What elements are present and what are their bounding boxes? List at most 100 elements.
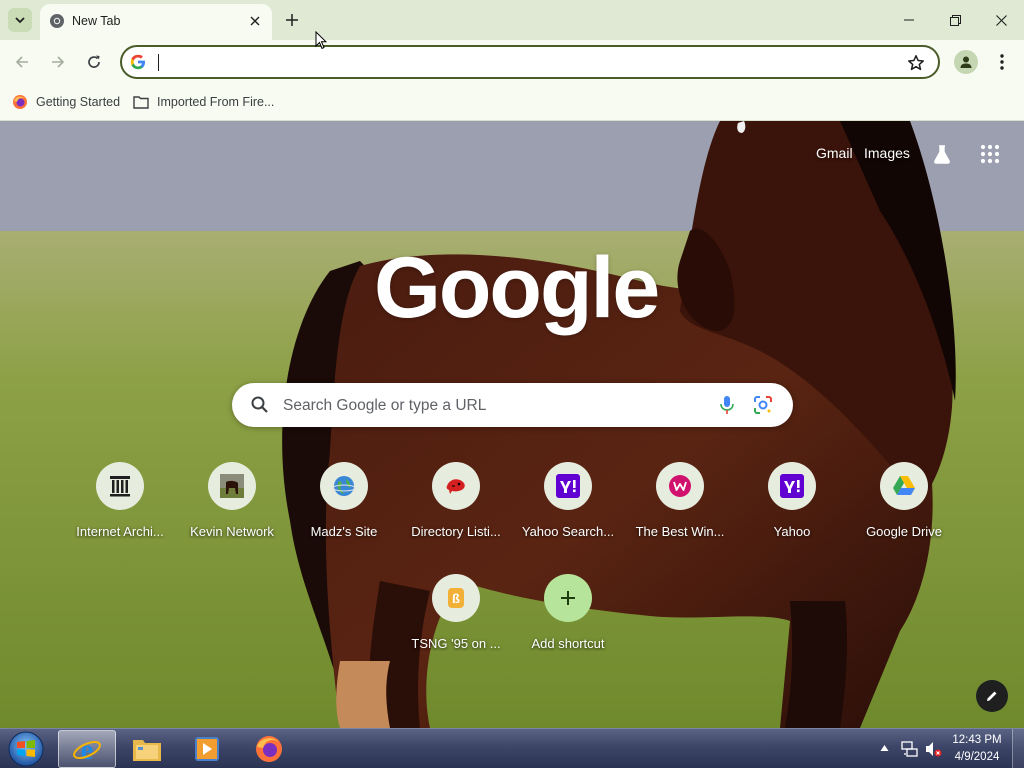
shortcut-icon-circle: [544, 574, 592, 622]
bookmark-folder-imported[interactable]: Imported From Fire...: [133, 91, 274, 113]
show-desktop-button[interactable]: [1012, 729, 1024, 768]
clock-date: 4/9/2024: [954, 751, 1000, 763]
new-tab-page: Gmail Images Google Search Google or typ…: [0, 121, 1024, 728]
shortcut-icon-circle: [880, 462, 928, 510]
shortcut-icon-circle: [96, 462, 144, 510]
close-window-button[interactable]: [978, 6, 1024, 34]
google-g-icon: [130, 54, 145, 70]
shortcut-yahoo-search[interactable]: Yahoo Search...: [512, 462, 624, 566]
svg-text:e: e: [81, 735, 93, 764]
images-link[interactable]: Images: [864, 145, 910, 161]
shortcut-label: Madz's Site: [310, 524, 378, 539]
shortcut-label: The Best Win...: [635, 524, 725, 539]
new-tab-button[interactable]: [282, 10, 302, 30]
shortcut-icon-circle: [432, 462, 480, 510]
bookmark-label: Imported From Fire...: [157, 95, 275, 109]
profile-button[interactable]: [954, 50, 978, 74]
mouse-cursor-icon: [315, 31, 327, 50]
horse-thumbnail-icon: [220, 474, 244, 498]
flask-icon: [934, 145, 950, 164]
shortcut-icon-circle: ß: [432, 574, 480, 622]
shortcut-icon-circle: [320, 462, 368, 510]
shortcut-icon-circle: [656, 462, 704, 510]
red-creature-icon: [446, 479, 465, 494]
bookmark-getting-started[interactable]: Getting Started: [12, 91, 120, 113]
network-icon[interactable]: [900, 740, 918, 758]
taskbar-file-explorer[interactable]: [118, 730, 176, 768]
labs-button[interactable]: [930, 142, 954, 166]
google-logo: Google: [374, 240, 660, 336]
shortcut-label: Directory Listi...: [411, 524, 501, 539]
browser-chrome: New Tab Getting Started Imported From Fi…: [0, 0, 1024, 121]
close-icon: [250, 16, 260, 26]
reload-icon: [88, 55, 100, 68]
windows-start-icon[interactable]: [6, 730, 46, 768]
taskbar-internet-explorer[interactable]: e: [58, 730, 116, 768]
archive-icon: [110, 476, 130, 497]
shortcut-label: Internet Archi...: [76, 524, 164, 539]
shortcut-label: Yahoo: [773, 524, 811, 539]
bookmarks-bar: Getting Started Imported From Fire...: [0, 84, 1024, 121]
shortcut-label: Add shortcut: [531, 636, 605, 651]
restore-icon: [949, 14, 961, 26]
minimize-button[interactable]: [886, 6, 932, 34]
close-icon: [995, 14, 1007, 26]
shortcut-icon-circle: [768, 462, 816, 510]
volume-muted-icon[interactable]: [924, 740, 942, 758]
shortcut-directory-listing[interactable]: Directory Listi...: [400, 462, 512, 566]
taskbar-firefox[interactable]: [240, 730, 298, 768]
tab-strip: New Tab: [0, 0, 1024, 40]
shortcut-tsng-95[interactable]: ß TSNG '95 on ...: [400, 574, 512, 678]
chevron-down-icon: [15, 17, 25, 24]
taskbar-media-player[interactable]: [178, 730, 236, 768]
shortcut-madzs-site[interactable]: Madz's Site: [288, 462, 400, 566]
tab-title: New Tab: [72, 14, 121, 28]
tab-search-button[interactable]: [8, 8, 32, 32]
folder-icon: [133, 96, 149, 109]
svg-text:ß: ß: [452, 591, 460, 606]
yahoo-icon: [556, 474, 580, 498]
omnibox[interactable]: [120, 45, 940, 79]
bookmark-star-button[interactable]: [906, 53, 926, 73]
shortcut-label: Yahoo Search...: [521, 524, 615, 539]
search-placeholder: Search Google or type a URL: [283, 397, 487, 414]
gmail-link[interactable]: Gmail: [816, 145, 853, 161]
omnibox-input[interactable]: [156, 51, 896, 73]
shortcut-icon-circle: [544, 462, 592, 510]
minimize-icon: [904, 19, 914, 21]
windows-taskbar: e 12:43 PM 4/9/2024: [0, 728, 1024, 768]
browser-menu-button[interactable]: [992, 50, 1012, 74]
bookmark-label: Getting Started: [36, 95, 121, 109]
w-badge-icon: [669, 475, 691, 497]
shortcut-kevin-network[interactable]: Kevin Network: [176, 462, 288, 566]
tsng-icon: ß: [448, 588, 464, 608]
shortcut-google-drive[interactable]: Google Drive: [848, 462, 960, 566]
shortcut-yahoo[interactable]: Yahoo: [736, 462, 848, 566]
google-apps-icon[interactable]: [978, 142, 1002, 166]
firefox-icon: [256, 736, 282, 762]
google-drive-icon: [893, 476, 915, 495]
restore-button[interactable]: [932, 6, 978, 34]
star-icon: [908, 55, 924, 71]
google-lens-icon[interactable]: [752, 394, 774, 416]
person-icon: [960, 56, 972, 68]
internet-explorer-icon: e: [73, 735, 101, 764]
search-icon: [251, 396, 268, 413]
tab-close-button[interactable]: [246, 12, 264, 30]
forward-button[interactable]: [46, 50, 70, 74]
reload-button[interactable]: [82, 50, 106, 74]
taskbar-clock[interactable]: 12:43 PM 4/9/2024: [950, 732, 1004, 766]
ntp-search-box[interactable]: Search Google or type a URL: [232, 383, 793, 427]
plus-icon: [286, 14, 298, 26]
shortcut-the-best-win[interactable]: The Best Win...: [624, 462, 736, 566]
back-button[interactable]: [10, 50, 34, 74]
media-player-icon: [195, 737, 219, 761]
show-hidden-icons-icon[interactable]: [880, 744, 889, 752]
microphone-icon[interactable]: [716, 394, 738, 416]
shortcut-internet-archive[interactable]: Internet Archi...: [64, 462, 176, 566]
yahoo-icon: [780, 474, 804, 498]
add-shortcut-button[interactable]: Add shortcut: [512, 574, 624, 678]
firefox-icon: [13, 95, 27, 109]
customize-chrome-button[interactable]: [976, 680, 1008, 712]
tab-new-tab[interactable]: New Tab: [40, 4, 272, 40]
